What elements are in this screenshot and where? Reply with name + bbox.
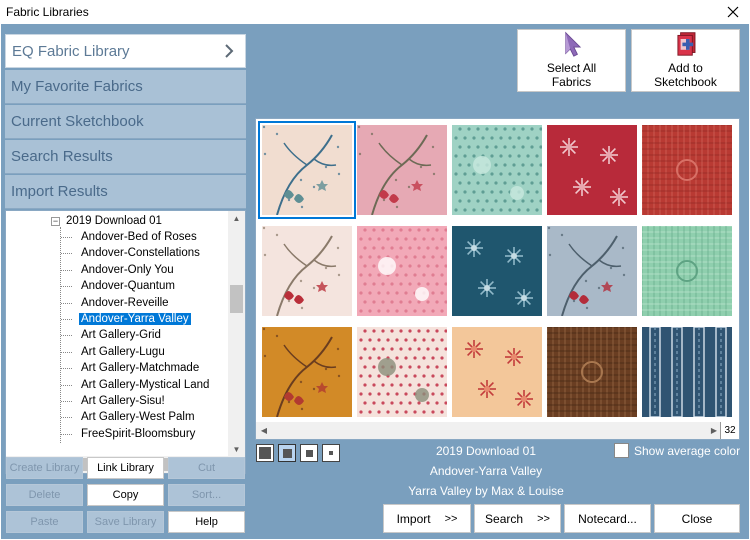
scroll-down-icon[interactable]: ▼ xyxy=(228,442,245,456)
cursor-arrow-icon xyxy=(564,31,581,57)
fabric-swatch[interactable] xyxy=(357,226,447,316)
select-all-label-1: Select All xyxy=(546,61,597,75)
sort-button[interactable]: Sort... xyxy=(168,484,245,506)
add-label-1: Add to xyxy=(668,61,703,75)
fabric-swatch[interactable] xyxy=(262,327,352,417)
cut-button[interactable]: Cut xyxy=(168,457,245,479)
show-average-color-checkbox[interactable]: Show average color xyxy=(614,443,740,458)
tree-connector xyxy=(61,351,72,353)
info-collection-name: Andover-Yarra Valley xyxy=(429,464,543,478)
tree-item[interactable]: Art Gallery-Sisu! xyxy=(79,393,167,409)
tree-connector xyxy=(61,368,72,370)
tree-item[interactable]: Andover-Yarra Valley xyxy=(78,311,192,327)
fabric-swatch[interactable] xyxy=(452,125,542,215)
delete-button[interactable]: Delete xyxy=(6,484,83,506)
tree-item[interactable]: Art Gallery-Lugu xyxy=(79,344,167,360)
fabric-swatch[interactable] xyxy=(452,226,542,316)
library-tree[interactable]: − 2019 Download 01 Andover-Bed of Roses A… xyxy=(5,210,246,474)
fabric-swatch[interactable] xyxy=(357,327,447,417)
title-bar: Fabric Libraries xyxy=(0,0,750,24)
tree-connector xyxy=(61,286,72,288)
tree-item[interactable]: Andover-Constellations xyxy=(79,245,202,261)
tree-item[interactable]: Art Gallery-Grid xyxy=(79,327,163,343)
fabric-gallery[interactable]: ◀ ▶ 32 xyxy=(255,118,740,440)
library-eq-fabric-library[interactable]: EQ Fabric Library xyxy=(5,34,246,68)
paste-button[interactable]: Paste xyxy=(6,511,83,533)
fabric-swatch[interactable] xyxy=(547,125,637,215)
tree-item[interactable]: FreeSpirit-Bloomsbury xyxy=(79,426,197,442)
notecard-button[interactable]: Notecard... xyxy=(564,504,651,533)
tree-item[interactable]: Andover-Quantum xyxy=(79,278,177,294)
fabric-count: 32 xyxy=(720,422,739,439)
library-label: My Favorite Fabrics xyxy=(11,78,143,95)
create-library-button[interactable]: Create Library xyxy=(6,457,83,479)
tree-item[interactable]: Art Gallery-West Palm xyxy=(79,409,197,425)
dialog-body: EQ Fabric Library My Favorite Fabrics Cu… xyxy=(1,24,749,539)
add-to-sketchbook-button[interactable]: Add to Sketchbook xyxy=(631,29,740,92)
fabric-swatch[interactable] xyxy=(547,226,637,316)
fabric-swatch[interactable] xyxy=(262,226,352,316)
fabric-swatch[interactable] xyxy=(258,121,356,219)
tree-connector xyxy=(61,253,72,255)
chevron-right-icon xyxy=(225,44,234,58)
fabric-swatch[interactable] xyxy=(452,327,542,417)
checkbox-box[interactable] xyxy=(614,443,629,458)
sketchbook-add-icon xyxy=(676,32,695,56)
scroll-thumb[interactable] xyxy=(230,285,243,313)
tree-connector xyxy=(61,384,72,386)
gallery-horizontal-scrollbar[interactable]: ◀ ▶ xyxy=(256,422,722,439)
select-all-fabrics-button[interactable]: Select All Fabrics xyxy=(517,29,626,92)
info-designer: Yarra Valley by Max & Louise xyxy=(408,484,564,498)
tree-connector xyxy=(61,269,72,271)
window-title: Fabric Libraries xyxy=(6,5,89,19)
tree-vertical-scrollbar[interactable]: ▲ ▼ xyxy=(228,211,245,456)
fabric-swatch[interactable] xyxy=(357,125,447,215)
tree-connector xyxy=(61,401,72,402)
tree-item[interactable]: Andover-Only You xyxy=(79,262,176,278)
tree-item[interactable]: Andover-Reveille xyxy=(79,295,171,311)
tree-connector xyxy=(61,319,72,320)
fabric-swatch[interactable] xyxy=(642,327,732,417)
close-icon xyxy=(727,6,739,18)
library-my-favorite-fabrics[interactable]: My Favorite Fabrics xyxy=(5,70,246,104)
close-button[interactable]: Close xyxy=(654,504,740,533)
close-window-button[interactable] xyxy=(716,0,750,24)
search-button[interactable]: Search >> xyxy=(474,504,561,533)
collapse-icon[interactable]: − xyxy=(51,217,60,226)
tree-connector xyxy=(61,335,72,337)
scroll-up-icon[interactable]: ▲ xyxy=(228,211,245,225)
link-library-button[interactable]: Link Library xyxy=(87,457,164,479)
tree-item[interactable]: Andover-Bed of Roses xyxy=(79,229,199,245)
library-label: Search Results xyxy=(11,148,113,165)
fabric-swatch[interactable] xyxy=(547,327,637,417)
library-current-sketchbook[interactable]: Current Sketchbook xyxy=(5,105,246,139)
library-label: Import Results xyxy=(11,183,108,200)
tree-item[interactable]: Art Gallery-Matchmade xyxy=(79,360,201,376)
import-button[interactable]: Import >> xyxy=(383,504,471,533)
fabric-swatch[interactable] xyxy=(642,226,732,316)
scroll-left-icon[interactable]: ◀ xyxy=(256,422,272,439)
library-import-results[interactable]: Import Results xyxy=(5,175,246,209)
tree-item[interactable]: Art Gallery-Mystical Land xyxy=(79,377,211,393)
tree-connector xyxy=(61,433,72,435)
save-library-button[interactable]: Save Library xyxy=(87,511,164,533)
show-average-color-label: Show average color xyxy=(634,443,741,458)
select-all-label-2: Fabrics xyxy=(551,75,592,89)
tree-connector xyxy=(61,417,72,419)
tree-folder-2019-download-01[interactable]: 2019 Download 01 xyxy=(64,213,164,229)
copy-button[interactable]: Copy xyxy=(87,484,164,506)
library-label: EQ Fabric Library xyxy=(12,42,130,60)
tree-connector xyxy=(61,302,72,304)
help-button[interactable]: Help xyxy=(168,511,245,533)
library-label: Current Sketchbook xyxy=(11,113,144,130)
library-search-results[interactable]: Search Results xyxy=(5,140,246,174)
tree-connector xyxy=(61,237,72,238)
fabric-swatch[interactable] xyxy=(642,125,732,215)
add-label-2: Sketchbook xyxy=(654,75,717,89)
